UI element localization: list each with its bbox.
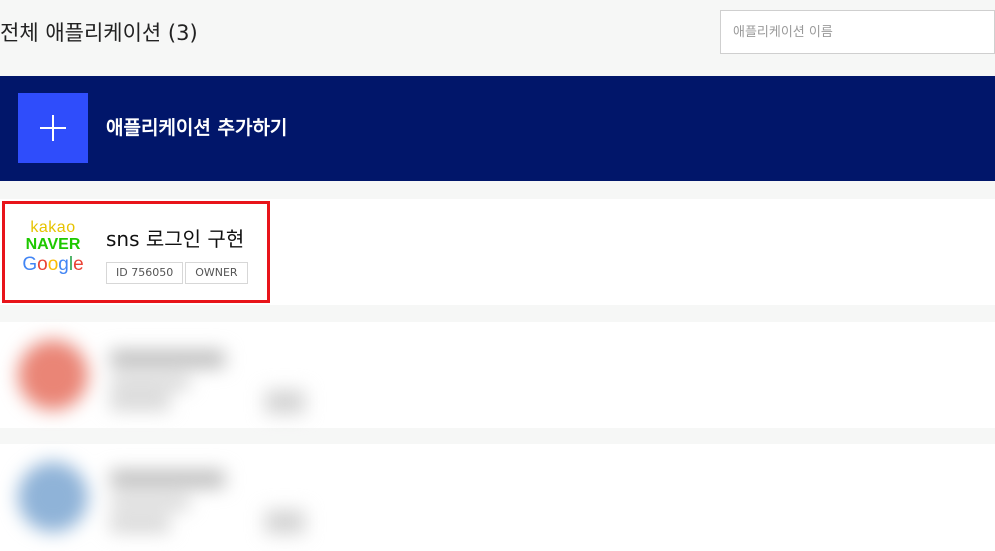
blurred-app-content — [0, 322, 330, 432]
add-application-button[interactable]: 애플리케이션 추가하기 — [0, 76, 995, 181]
app-logo: kakao NAVER Google — [20, 219, 86, 285]
app-card-blurred[interactable] — [0, 444, 995, 551]
kakao-logo-text: kakao — [30, 219, 76, 236]
app-card-sns-login[interactable]: kakao NAVER Google sns 로그인 구현 ID 756050 … — [0, 199, 995, 305]
app-tag-placeholder — [110, 516, 170, 532]
app-role-tag: OWNER — [185, 262, 248, 284]
google-letter: G — [22, 254, 38, 275]
google-letter: o — [47, 254, 59, 275]
page-title: 전체 애플리케이션 (3) — [0, 21, 198, 45]
app-tag-placeholder — [265, 390, 305, 414]
app-name-placeholder — [110, 350, 225, 368]
app-id-tag: ID 756050 — [106, 262, 184, 284]
app-name-placeholder — [110, 470, 225, 488]
app-logo — [18, 462, 88, 532]
naver-logo-text: NAVER — [25, 236, 81, 253]
google-letter: o — [37, 254, 48, 275]
google-letter: g — [58, 254, 69, 275]
app-name[interactable]: sns 로그인 구현 — [106, 223, 244, 252]
add-application-label: 애플리케이션 추가하기 — [106, 117, 288, 139]
app-tag-placeholder — [110, 394, 170, 410]
blurred-app-content — [0, 444, 330, 551]
app-name-placeholder — [110, 377, 190, 389]
app-logo — [18, 340, 88, 410]
app-tags: ID 756050 OWNER — [106, 262, 248, 284]
app-tag-placeholder — [265, 510, 305, 534]
plus-icon — [18, 93, 88, 163]
google-letter: e — [73, 254, 84, 275]
google-logo-text: Google — [20, 254, 86, 275]
applications-page: 전체 애플리케이션 (3) 애플리케이션 추가하기 kakao NAVER Go… — [0, 0, 995, 551]
app-card-blurred[interactable] — [0, 322, 995, 428]
app-name-search-input[interactable] — [720, 10, 995, 54]
page-header: 전체 애플리케이션 (3) — [0, 0, 995, 70]
app-name-placeholder — [110, 497, 190, 509]
plus-vertical-stroke — [52, 115, 54, 141]
